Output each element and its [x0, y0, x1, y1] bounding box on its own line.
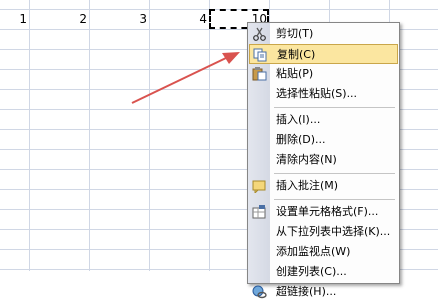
menu-item-paste-special[interactable]: 选择性粘贴(S)...	[249, 84, 398, 104]
menu-item-label: 设置单元格格式(F)...	[276, 205, 379, 218]
menu-item-insert[interactable]: 插入(I)...	[249, 110, 398, 130]
menu-separator	[274, 173, 395, 174]
menu-item-delete[interactable]: 删除(D)...	[249, 130, 398, 150]
format-cells-icon	[252, 205, 267, 219]
menu-item-label: 超链接(H)...	[276, 285, 337, 298]
menu-item-insert-comment[interactable]: 插入批注(M)	[249, 176, 398, 196]
paste-icon	[252, 67, 267, 81]
copy-icon	[253, 48, 268, 62]
comment-icon	[252, 179, 267, 195]
menu-item-label: 选择性粘贴(S)...	[276, 87, 358, 100]
context-menu: 剪切(T) 复制(C) 粘贴(P) 选择性粘贴(S)... 插入(I)... 删…	[247, 22, 400, 299]
menu-item-label: 创建列表(C)...	[276, 265, 347, 278]
menu-item-copy[interactable]: 复制(C)	[249, 44, 398, 64]
menu-item-label: 插入批注(M)	[276, 179, 339, 192]
menu-item-cut[interactable]: 剪切(T)	[249, 24, 398, 44]
menu-item-add-watch[interactable]: 添加监视点(W)	[249, 242, 398, 262]
menu-item-label: 删除(D)...	[276, 133, 326, 146]
menu-separator	[274, 199, 395, 200]
scissors-icon	[252, 27, 267, 41]
menu-item-label: 剪切(T)	[276, 27, 314, 40]
menu-item-create-list[interactable]: 创建列表(C)...	[249, 262, 398, 282]
hyperlink-icon	[252, 285, 267, 299]
menu-item-label: 插入(I)...	[276, 113, 321, 126]
menu-item-paste[interactable]: 粘贴(P)	[249, 64, 398, 84]
menu-item-label: 清除内容(N)	[276, 153, 337, 166]
menu-item-format-cells[interactable]: 设置单元格格式(F)...	[249, 202, 398, 222]
menu-item-label: 复制(C)	[277, 48, 316, 61]
menu-separator	[274, 107, 395, 108]
menu-item-label: 添加监视点(W)	[276, 245, 351, 258]
menu-item-clear-contents[interactable]: 清除内容(N)	[249, 150, 398, 170]
menu-item-hyperlink[interactable]: 超链接(H)...	[249, 282, 398, 302]
menu-item-label: 粘贴(P)	[276, 67, 314, 80]
menu-item-label: 从下拉列表中选择(K)...	[276, 225, 391, 238]
menu-item-pick-from-dropdown[interactable]: 从下拉列表中选择(K)...	[249, 222, 398, 242]
